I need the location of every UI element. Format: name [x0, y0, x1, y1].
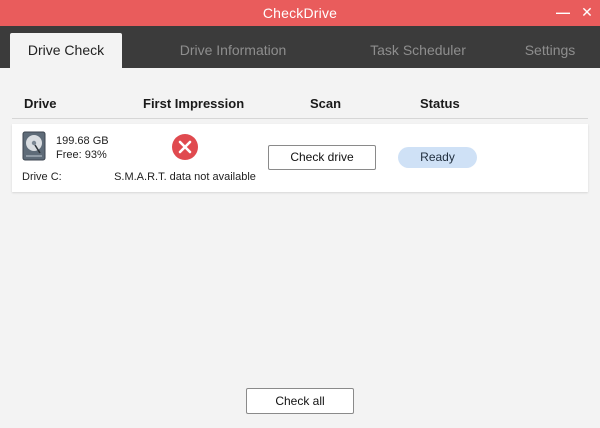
drive-letter: Drive C: [22, 171, 62, 183]
drive-size: 199.68 GB [56, 135, 109, 147]
column-header-drive: Drive [24, 96, 57, 111]
tab-bar: Drive Check Drive Information Task Sched… [0, 26, 600, 68]
check-all-button[interactable]: Check all [246, 388, 354, 414]
check-drive-button[interactable]: Check drive [268, 145, 376, 170]
status-badge: Ready [398, 147, 477, 168]
window-title: CheckDrive [262, 5, 338, 21]
column-header-scan: Scan [310, 96, 342, 111]
error-x-icon [172, 134, 198, 160]
tab-drive-check[interactable]: Drive Check [10, 33, 122, 68]
tab-drive-information[interactable]: Drive Information [160, 33, 306, 68]
smart-status-text: S.M.A.R.T. data not available [114, 171, 256, 183]
column-header-status: Status [420, 96, 460, 111]
drive-free-space: Free: 93% [56, 149, 107, 161]
tab-task-scheduler[interactable]: Task Scheduler [350, 33, 486, 68]
tab-settings[interactable]: Settings [510, 33, 590, 68]
minimize-button[interactable]: — [554, 3, 572, 21]
header-divider [12, 118, 588, 119]
drive-row: 199.68 GB Free: 93% Drive C: S.M.A.R.T. … [12, 124, 588, 192]
hard-drive-icon [22, 131, 46, 161]
column-header-first-impression: First Impression [143, 96, 245, 111]
close-button[interactable]: ✕ [578, 3, 596, 21]
title-bar: CheckDrive — ✕ [0, 0, 600, 26]
